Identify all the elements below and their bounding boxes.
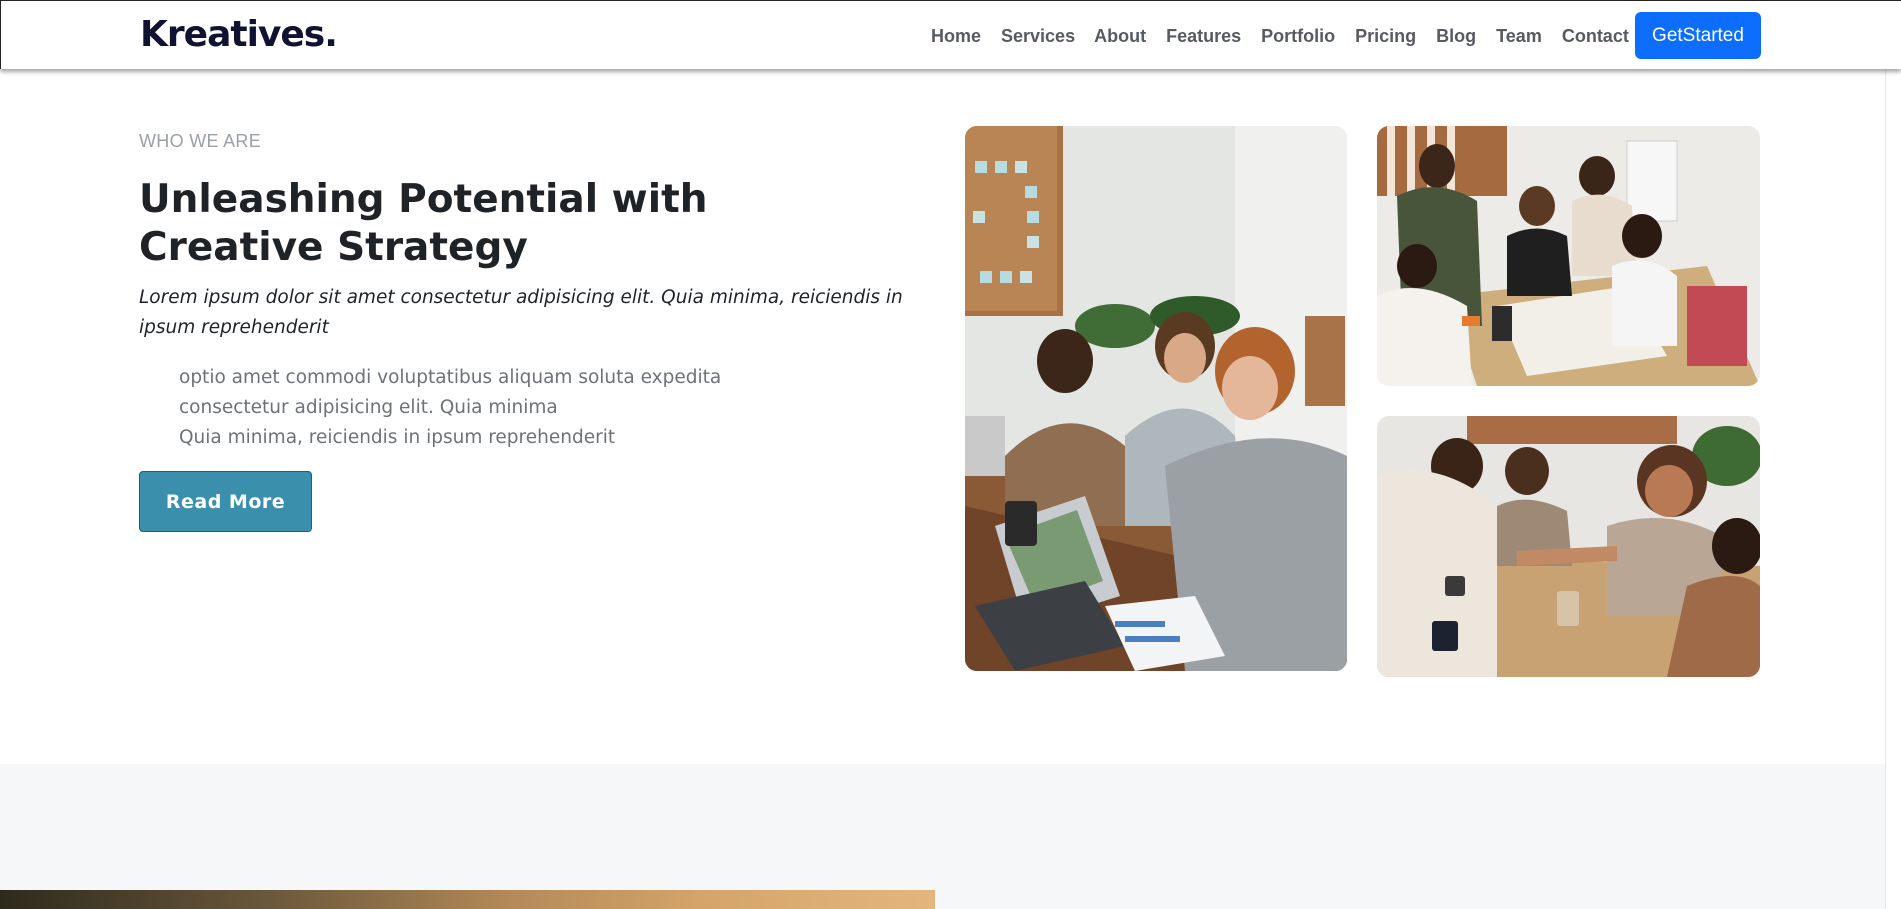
site-header: Kreatives. Home Services About Features …: [0, 0, 1901, 69]
page-scrollbar[interactable]: [1885, 69, 1901, 909]
read-more-button[interactable]: Read More: [139, 471, 312, 532]
feature-item: Quia minima, reiciendis in ipsum reprehe…: [179, 427, 616, 448]
nav-features[interactable]: Features: [1166, 25, 1241, 47]
collaboration-photo: [1377, 126, 1760, 386]
nav-portfolio[interactable]: Portfolio: [1261, 25, 1335, 47]
brand-logo[interactable]: Kreatives.: [140, 14, 338, 56]
section-title: Unleashing Potential with Creative Strat…: [139, 177, 708, 270]
get-started-button[interactable]: GetStarted: [1635, 12, 1761, 59]
feature-list: optio amet commodi voluptatibus aliquam …: [179, 363, 721, 453]
section-eyebrow: WHO WE ARE: [139, 131, 262, 151]
nav-contact[interactable]: Contact: [1562, 25, 1629, 47]
next-section-photo: [0, 890, 935, 909]
nav-about[interactable]: About: [1094, 25, 1146, 47]
nav-team[interactable]: Team: [1496, 25, 1542, 47]
feature-item: consectetur adipisicing elit. Quia minim…: [179, 397, 558, 418]
nav-blog[interactable]: Blog: [1436, 25, 1476, 47]
next-section: [0, 764, 1885, 909]
main-nav: Home Services About Features Portfolio P…: [931, 25, 1629, 47]
handshake-photo: [1377, 416, 1760, 677]
feature-item: optio amet commodi voluptatibus aliquam …: [179, 367, 722, 388]
nav-home[interactable]: Home: [931, 25, 981, 47]
section-lead: Lorem ipsum dolor sit amet consectetur a…: [139, 287, 903, 338]
team-meeting-photo: [965, 126, 1347, 671]
page: Kreatives. Home Services About Features …: [0, 0, 1901, 909]
nav-pricing[interactable]: Pricing: [1355, 25, 1416, 47]
nav-services[interactable]: Services: [1001, 25, 1075, 47]
